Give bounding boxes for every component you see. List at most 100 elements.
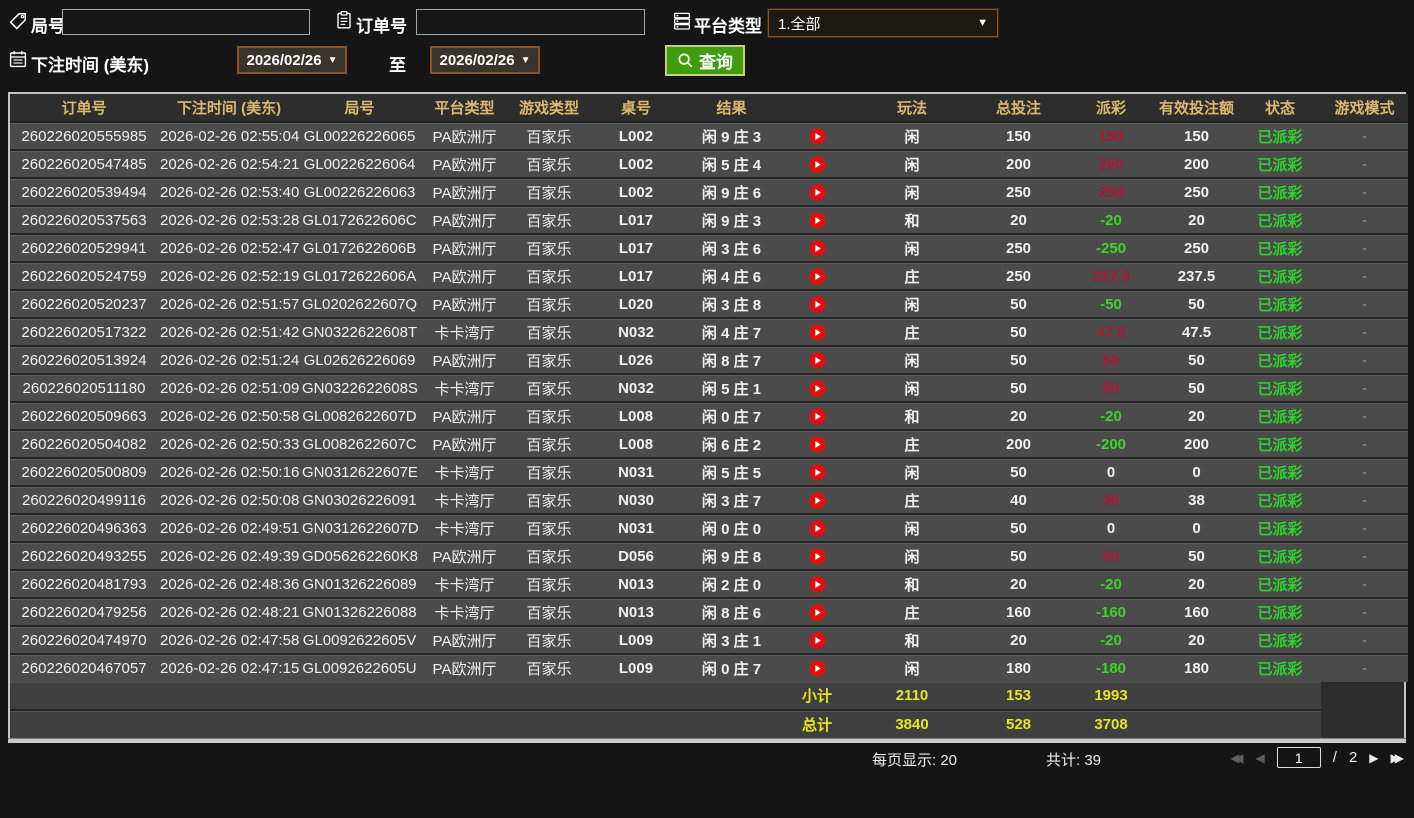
current-page-input[interactable] [1276,747,1321,768]
date-to-picker[interactable]: 2026/02/26 ▼ [430,46,540,74]
cell-platform: PA欧洲厅 [419,149,510,178]
cell-order-id: 260226020481793 [10,569,158,598]
cell-total-bet: 50 [969,289,1068,318]
cell-platform: PA欧洲厅 [419,205,510,234]
cell-result: 闲 9 庄 3 [684,122,779,150]
cell-result: 闲 3 庄 6 [684,233,779,262]
table-row: 260226020555985 2026-02-26 02:55:04 GL00… [10,122,1408,150]
replay-video-icon[interactable] [808,324,826,341]
replay-video-icon[interactable] [808,660,826,677]
cell-bet-time: 2026-02-26 02:48:36 [158,569,300,598]
prev-page-icon[interactable]: ◀ [1256,748,1265,768]
replay-video-icon[interactable] [808,520,826,537]
cell-replay [779,289,855,318]
cell-valid-bet: 20 [1154,205,1239,234]
subtotal-valid-bet: 1993 [1068,682,1154,710]
cell-table-id: L002 [588,149,684,178]
cell-valid-bet: 0 [1154,513,1239,542]
cell-order-id: 260226020555985 [10,122,158,150]
header-payout: 派彩 [1068,94,1154,123]
cell-replay [779,457,855,486]
cell-round-id: GL0082622607D [300,401,419,430]
cell-table-id: L008 [588,401,684,430]
cell-replay [779,429,855,458]
cell-bet-time: 2026-02-26 02:47:15 [158,653,300,682]
cell-table-id: L017 [588,261,684,290]
replay-video-icon[interactable] [808,548,826,565]
cell-payout: -20 [1068,401,1154,430]
table-row: 260226020520237 2026-02-26 02:51:57 GL02… [10,289,1408,318]
clipboard-icon [337,11,351,29]
replay-video-icon[interactable] [808,632,826,649]
cell-valid-bet: 20 [1154,625,1239,654]
replay-video-icon[interactable] [808,436,826,453]
last-page-icon[interactable]: ▶▶ [1391,748,1405,768]
cell-total-bet: 200 [969,149,1068,178]
cell-game-type: 百家乐 [510,373,588,402]
cell-round-id: GL02626226069 [300,345,419,374]
cell-table-id: L020 [588,289,684,318]
cell-result: 闲 9 庄 6 [684,177,779,206]
cell-replay [779,177,855,206]
replay-video-icon[interactable] [808,268,826,285]
cell-result: 闲 9 庄 8 [684,541,779,570]
cell-status: 已派彩 [1239,205,1321,234]
cell-valid-bet: 20 [1154,401,1239,430]
replay-video-icon[interactable] [808,156,826,173]
next-page-icon[interactable]: ▶ [1369,748,1378,768]
cell-bet-time: 2026-02-26 02:55:04 [158,122,300,150]
bet-records-table: 订单号 下注时间 (美东) 局号 平台类型 游戏类型 桌号 结果 玩法 总投注 派彩 有效投注额 状态… [10,94,1408,738]
replay-video-icon[interactable] [808,464,826,481]
table-row: 260226020529941 2026-02-26 02:52:47 GL01… [10,233,1408,262]
cell-game-mode: - [1321,541,1408,570]
cell-total-bet: 250 [969,177,1068,206]
order-id-input[interactable] [416,9,645,35]
cell-valid-bet: 237.5 [1154,261,1239,290]
table-row: 260226020524759 2026-02-26 02:52:19 GL01… [10,261,1408,290]
cell-game-mode: - [1321,569,1408,598]
date-from-picker[interactable]: 2026/02/26 ▼ [237,46,347,74]
cell-table-id: L008 [588,429,684,458]
cell-order-id: 260226020499116 [10,485,158,514]
replay-video-icon[interactable] [808,380,826,397]
round-id-input[interactable] [62,9,310,35]
replay-video-icon[interactable] [808,296,826,313]
replay-video-icon[interactable] [808,604,826,621]
platform-type-select[interactable]: 1.全部 ▼ [768,9,998,37]
replay-video-icon[interactable] [808,240,826,257]
cell-total-bet: 180 [969,653,1068,682]
first-page-icon[interactable]: ◀◀ [1230,748,1244,768]
replay-video-icon[interactable] [808,492,826,509]
cell-replay [779,401,855,430]
cell-game-type: 百家乐 [510,653,588,682]
cell-replay [779,345,855,374]
replay-video-icon[interactable] [808,184,826,201]
cell-order-id: 260226020524759 [10,261,158,290]
cell-payout: -160 [1068,597,1154,626]
cell-game-mode: - [1321,261,1408,290]
replay-video-icon[interactable] [808,576,826,593]
cell-payout: 50 [1068,345,1154,374]
header-order_id: 订单号 [10,94,158,123]
total-label: 总计 [779,709,855,738]
replay-video-icon[interactable] [808,212,826,229]
replay-video-icon[interactable] [808,352,826,369]
cell-status: 已派彩 [1239,541,1321,570]
cell-status: 已派彩 [1239,345,1321,374]
cell-game-type: 百家乐 [510,345,588,374]
cell-total-bet: 250 [969,233,1068,262]
table-row: 260226020539494 2026-02-26 02:53:40 GL00… [10,177,1408,206]
total-payout: 528 [969,709,1068,738]
cell-total-bet: 50 [969,373,1068,402]
cell-game-mode: - [1321,289,1408,318]
replay-video-icon[interactable] [808,128,826,145]
cell-platform: PA欧洲厅 [419,233,510,262]
replay-video-icon[interactable] [808,408,826,425]
cell-game-type: 百家乐 [510,177,588,206]
header-game_mode: 游戏模式 [1321,94,1408,123]
cell-total-bet: 40 [969,485,1068,514]
cell-valid-bet: 180 [1154,653,1239,682]
cell-payout: -20 [1068,569,1154,598]
query-button[interactable]: 查询 [665,45,745,76]
cell-valid-bet: 50 [1154,373,1239,402]
